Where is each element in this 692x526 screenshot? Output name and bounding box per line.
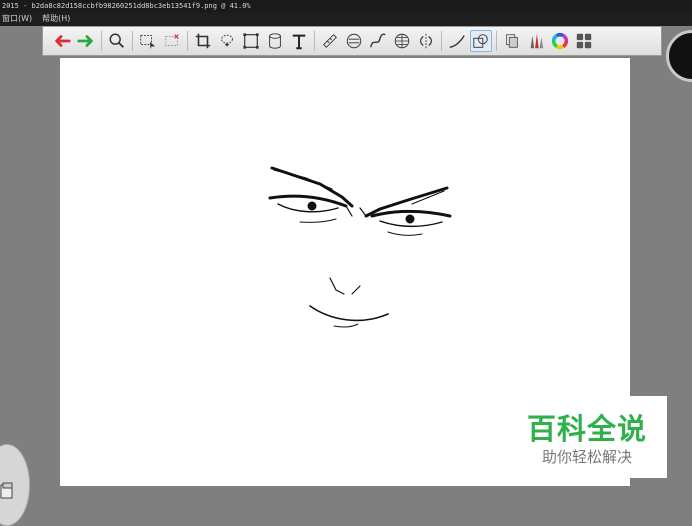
text-icon	[292, 34, 306, 50]
curve-ruler-icon	[370, 33, 386, 48]
left-pupil	[307, 201, 317, 211]
symmetry-icon	[420, 33, 432, 49]
ruler-icon	[323, 34, 337, 48]
toolbar-separator	[132, 31, 133, 51]
ruler-button[interactable]	[319, 30, 341, 52]
clear-selection-icon	[165, 34, 179, 46]
left-eyebrow	[270, 166, 354, 208]
toolbar-separator	[496, 31, 497, 51]
zoom-button[interactable]	[106, 30, 128, 52]
ellipse-ruler-button[interactable]	[343, 30, 365, 52]
cylinder-icon	[269, 33, 281, 49]
crop-button[interactable]	[192, 30, 214, 52]
window-title: 2015 - b2da8c82d158ccbfb98260251dd8bc3eb…	[0, 0, 692, 12]
lasso-icon	[221, 34, 233, 47]
zoom-icon	[109, 33, 124, 48]
watermark: 百科全说 助你轻松解决	[507, 396, 667, 478]
watermark-subtitle: 助你轻松解决	[541, 448, 632, 466]
puck-dial[interactable]	[666, 30, 692, 82]
lower-lip	[333, 323, 359, 328]
brushes-button[interactable]	[525, 30, 547, 52]
stroke-button[interactable]	[446, 30, 468, 52]
right-pupil	[405, 214, 415, 224]
nose	[329, 277, 345, 295]
watermark-title: 百科全说	[526, 412, 647, 446]
ellipse-ruler-icon	[346, 33, 362, 49]
perspective-ruler-icon	[394, 33, 410, 49]
menu-help[interactable]: 帮助(H)	[42, 12, 70, 26]
toolbar-separator	[101, 31, 102, 51]
stamp-icon	[506, 34, 518, 48]
brushes-icon	[530, 33, 544, 49]
palette-grid-icon	[576, 33, 592, 49]
color-wheel-icon	[551, 32, 569, 50]
layer-button[interactable]	[470, 30, 492, 52]
undo-button[interactable]	[51, 30, 73, 52]
crop-icon	[195, 33, 211, 49]
color-wheel-button[interactable]	[549, 30, 571, 52]
toolbar-separator	[441, 31, 442, 51]
mouth	[309, 305, 389, 322]
marquee-select-button[interactable]	[137, 30, 159, 52]
stroke-icon	[449, 35, 465, 48]
redo-icon	[77, 35, 93, 47]
curve-ruler-button[interactable]	[367, 30, 389, 52]
perspective-ruler-button[interactable]	[391, 30, 413, 52]
clear-selection-button[interactable]	[161, 30, 183, 52]
transform-button[interactable]	[240, 30, 262, 52]
undo-icon	[55, 35, 71, 47]
redo-button[interactable]	[75, 30, 97, 52]
lasso-button[interactable]	[216, 30, 238, 52]
toolbar-separator	[314, 31, 315, 51]
cylinder-button[interactable]	[264, 30, 286, 52]
stamp-button[interactable]	[501, 30, 523, 52]
layers-icon	[0, 482, 13, 499]
symmetry-button[interactable]	[415, 30, 437, 52]
palette-grid-button[interactable]	[573, 30, 595, 52]
toolbar-separator	[187, 31, 188, 51]
menu-window[interactable]: 窗口(W)	[2, 12, 32, 26]
text-button[interactable]	[288, 30, 310, 52]
transform-icon	[243, 33, 259, 49]
marquee-select-icon	[140, 35, 156, 50]
layer-icon	[473, 34, 488, 48]
menu-bar: 窗口(W) 帮助(H)	[0, 12, 692, 26]
toolbar	[42, 26, 662, 56]
